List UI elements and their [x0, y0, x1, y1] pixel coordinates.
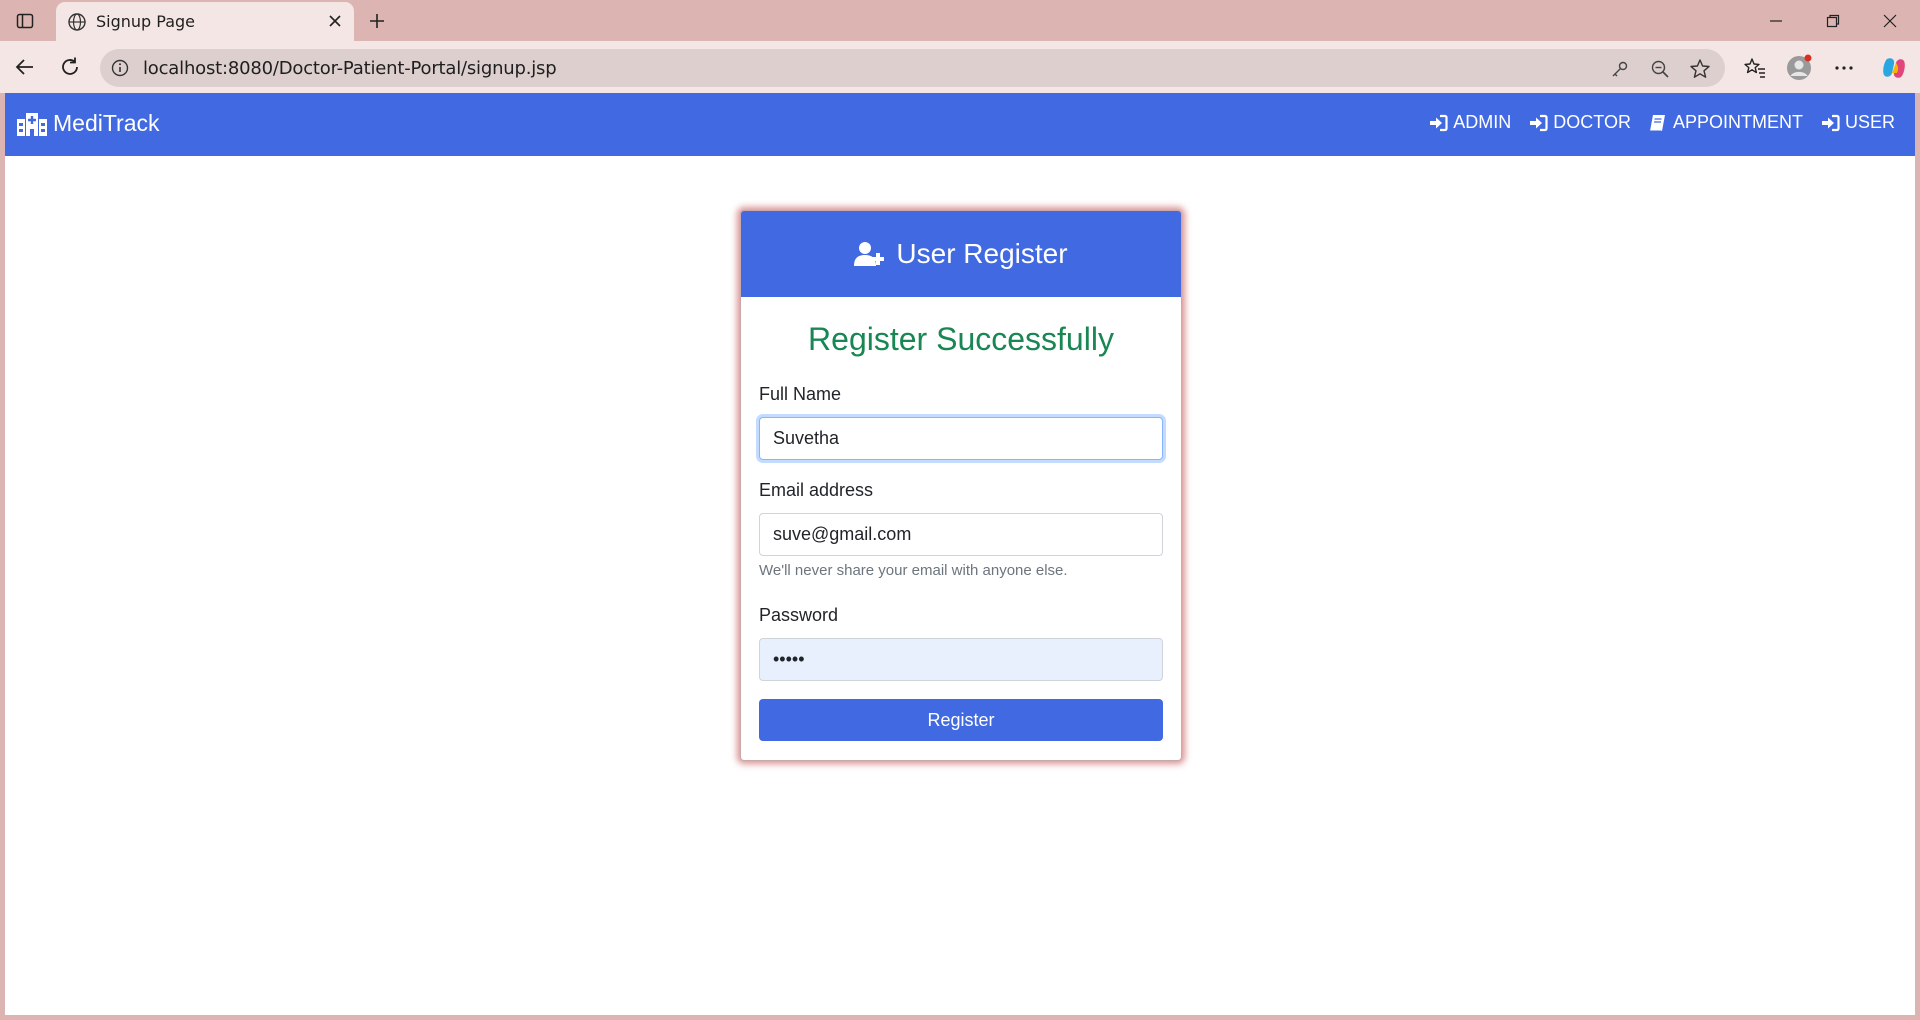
nav-links: ADMIN DOCTOR APPOINTMENT USER	[1429, 112, 1895, 133]
nav-admin-label: ADMIN	[1453, 112, 1512, 132]
favorite-star-icon[interactable]	[1688, 57, 1712, 81]
register-button[interactable]: Register	[759, 699, 1163, 741]
browser-tab[interactable]: Signup Page	[56, 2, 354, 41]
nav-doctor-link[interactable]: DOCTOR	[1529, 112, 1631, 133]
favorites-icon[interactable]	[1740, 53, 1770, 83]
close-tab-icon[interactable]	[324, 10, 346, 32]
address-bar[interactable]: localhost:8080/Doctor-Patient-Portal/sig…	[100, 49, 1725, 87]
password-input[interactable]	[759, 638, 1163, 681]
sign-in-icon	[1529, 114, 1549, 132]
register-card: User Register Register Successfully Full…	[740, 210, 1182, 761]
browser-toolbar: localhost:8080/Doctor-Patient-Portal/sig…	[0, 41, 1920, 93]
sidebar-toggle-icon[interactable]	[12, 8, 38, 34]
page-viewport: MediTrack ADMIN DOCTOR APPOINTMENT USER …	[5, 93, 1915, 1015]
copilot-icon[interactable]	[1879, 53, 1909, 83]
brand-link[interactable]: MediTrack	[17, 110, 160, 137]
browser-tab-strip: Signup Page	[0, 0, 1920, 41]
site-navbar: MediTrack ADMIN DOCTOR APPOINTMENT USER	[5, 93, 1915, 156]
card-header: User Register	[741, 211, 1181, 297]
tab-title: Signup Page	[96, 12, 196, 31]
nav-doctor-label: DOCTOR	[1553, 112, 1631, 132]
fullname-input[interactable]	[759, 417, 1163, 460]
sign-in-icon	[1429, 114, 1449, 132]
minimize-icon[interactable]	[1756, 6, 1796, 36]
back-arrow-icon[interactable]	[9, 51, 41, 83]
nav-appointment-link[interactable]: APPOINTMENT	[1649, 112, 1803, 133]
url-text: localhost:8080/Doctor-Patient-Portal/sig…	[143, 58, 557, 79]
new-tab-icon[interactable]	[364, 8, 390, 34]
zoom-out-icon[interactable]	[1648, 57, 1672, 81]
password-label: Password	[759, 605, 839, 625]
more-options-icon[interactable]	[1829, 53, 1859, 83]
user-plus-icon	[854, 240, 888, 268]
restore-icon[interactable]	[1813, 6, 1853, 36]
email-label: Email address	[759, 480, 874, 500]
close-window-icon[interactable]	[1870, 6, 1910, 36]
refresh-icon[interactable]	[54, 51, 86, 83]
nav-admin-link[interactable]: ADMIN	[1429, 112, 1511, 133]
fullname-label: Full Name	[759, 384, 842, 404]
globe-icon	[66, 11, 88, 33]
email-help-text: We'll never share your email with anyone…	[759, 562, 1068, 579]
nav-appointment-label: APPOINTMENT	[1672, 112, 1803, 132]
card-title: User Register	[896, 238, 1068, 269]
key-icon[interactable]	[1608, 57, 1632, 81]
nav-user-label: USER	[1844, 112, 1895, 132]
brand-name: MediTrack	[53, 110, 160, 136]
email-input[interactable]	[759, 513, 1163, 556]
profile-avatar-icon[interactable]	[1784, 53, 1814, 83]
nav-user-link[interactable]: USER	[1821, 112, 1895, 133]
success-message: Register Successfully	[808, 321, 1114, 357]
book-icon	[1649, 114, 1669, 132]
hospital-icon	[17, 111, 49, 137]
site-info-icon[interactable]	[110, 58, 130, 78]
sign-in-icon	[1821, 114, 1841, 132]
